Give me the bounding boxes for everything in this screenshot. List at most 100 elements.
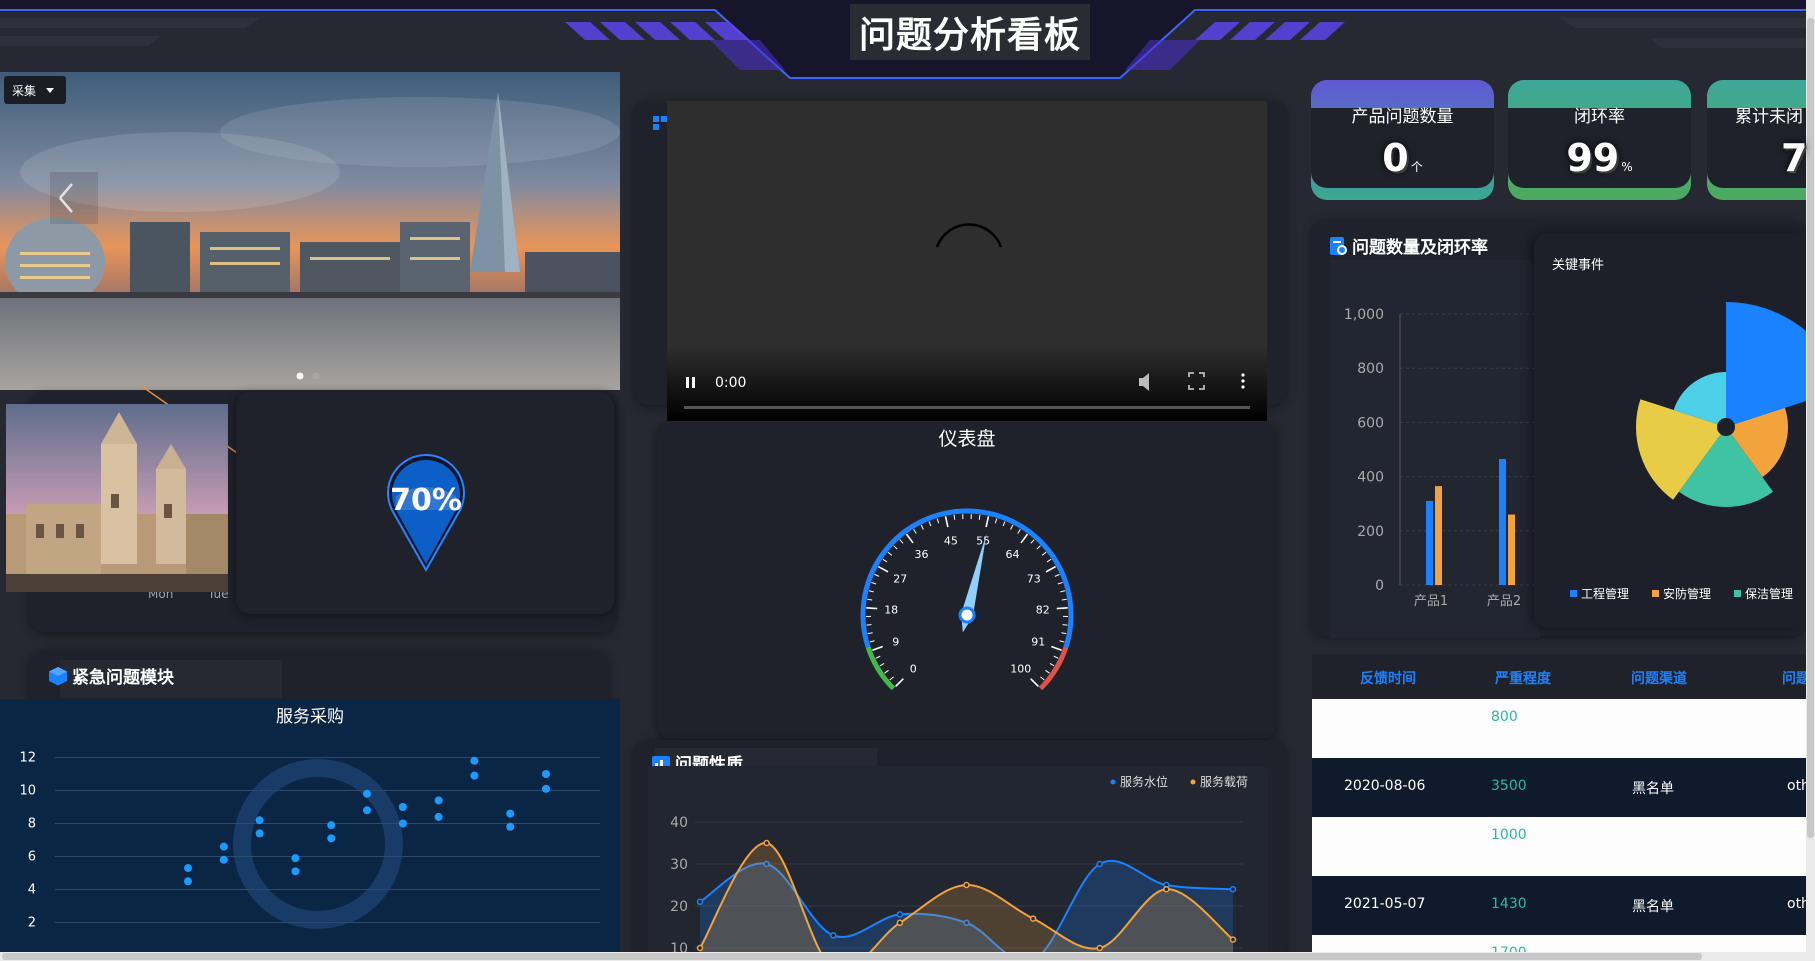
collect-dropdown[interactable]: 采集: [4, 76, 66, 104]
legend-label: 工程管理: [1581, 586, 1629, 601]
rose-title: 关键事件: [1552, 258, 1604, 273]
gauge-tick: [1046, 558, 1052, 563]
gauge-tick: [877, 565, 889, 573]
table-row[interactable]: 1000: [1312, 817, 1815, 876]
kpi-card-close-rate: 闭环率 99%: [1508, 80, 1691, 200]
video-controls: 0:00: [684, 223, 1250, 409]
data-point: [1096, 944, 1103, 952]
table-header: 反馈时间 严重程度 问题渠道 问题: [1312, 654, 1815, 699]
gauge-tick: [1051, 645, 1062, 652]
scatter-chart: 服务采购 2 4 6 8 10 12: [19, 707, 600, 931]
scatter-point: [470, 771, 479, 780]
data-point: [1029, 915, 1037, 922]
scatter-point: [542, 784, 550, 793]
scatter-point: [506, 809, 515, 818]
gauge-tick: [944, 516, 949, 528]
th-feedback-time[interactable]: 反馈时间: [1360, 668, 1416, 688]
bar: [1426, 500, 1433, 585]
gauge-tick: [871, 581, 877, 585]
line-chart: 10203040服务水位 服务载荷: [670, 774, 1248, 961]
rose-chart: 关键事件 工程管理 安防管理 保洁管理: [1552, 258, 1815, 601]
cell-severity: 3500: [1491, 778, 1527, 794]
video-progress-bar: [684, 406, 1250, 409]
gauge-tick: [936, 518, 940, 524]
page-title: 问题分析看板: [850, 4, 1090, 60]
y-tick: 600: [1357, 415, 1384, 431]
image-carousel[interactable]: [0, 72, 620, 390]
scatter-point: [398, 803, 407, 811]
y-tick: 2: [28, 916, 36, 931]
gauge-hub: [958, 606, 976, 624]
gauge-arc: [1038, 646, 1069, 691]
cell-date: 2020-08-06: [1344, 778, 1426, 794]
legend-label: 保洁管理: [1745, 586, 1793, 601]
gauge-tick: [905, 533, 914, 544]
y-tick: 800: [1357, 361, 1384, 377]
city-skyline-image: [0, 72, 620, 390]
scatter-point: [219, 855, 228, 864]
gauge-tick: [1054, 573, 1060, 577]
video-panel-icon: [653, 116, 667, 130]
y-tick: 0: [1375, 578, 1384, 594]
gauge-tick: [893, 545, 898, 550]
kpi-card-problems: 产品问题数量 0个: [1311, 80, 1494, 200]
y-tick: 1,000: [1344, 307, 1384, 323]
gauge-arc: [865, 646, 896, 691]
video-time: 0:00: [715, 375, 746, 391]
th-severity[interactable]: 严重程度: [1495, 668, 1551, 688]
gauge-tick: [928, 521, 932, 527]
gauge-tick: [1036, 545, 1041, 550]
scroll-thumb[interactable]: [2, 953, 1702, 960]
scatter-point: [434, 812, 443, 821]
gauge-tick: [895, 678, 904, 687]
cathedral-image: [6, 404, 228, 592]
scatter-point: [184, 864, 192, 873]
th-channel[interactable]: 问题渠道: [1631, 668, 1687, 688]
percent-value: 70%: [390, 483, 462, 518]
kpi-value: 7: [1781, 136, 1808, 180]
gauge-tick: [875, 655, 881, 659]
table-row[interactable]: 2021-05-07 1430 黑名单 oth: [1312, 876, 1815, 935]
bar: [1499, 458, 1506, 585]
gauge-label: 45: [944, 535, 958, 548]
kpi-value: 0个: [1382, 136, 1423, 180]
cell-severity: 1430: [1491, 896, 1527, 912]
horizontal-scrollbar[interactable]: [0, 952, 1806, 961]
gauge-title: 仪表盘: [938, 428, 995, 450]
video-player[interactable]: 0:00: [667, 101, 1267, 421]
gauge-tick: [1045, 565, 1057, 573]
gauge-tick: [978, 514, 981, 520]
gauge-label: 100: [1010, 663, 1031, 676]
scatter-point: [291, 867, 300, 876]
gauge-tick: [1056, 606, 1068, 610]
gauge-label: 36: [914, 548, 928, 561]
urgent-section-title: 紧急问题模块: [48, 663, 174, 688]
gauge-tick: [920, 524, 924, 530]
table-row[interactable]: 2020-08-06 3500 黑名单 oth: [1312, 758, 1815, 817]
gauge-label: 64: [1006, 548, 1020, 561]
gauge-tick: [1045, 669, 1050, 674]
count-rate-section-title: 问题数量及闭环率: [1328, 233, 1488, 258]
legend-dot: [1110, 779, 1116, 785]
scatter-point: [363, 789, 371, 798]
x-tick: 产品1: [1414, 594, 1448, 609]
gauge-tick: [1002, 521, 1006, 527]
gauge-tick: [1057, 581, 1063, 585]
document-chart-icon: [1330, 236, 1347, 255]
data-point: [1096, 860, 1103, 868]
gauge-tick: [953, 514, 956, 520]
data-point: [963, 881, 970, 889]
gauge-tick: [887, 551, 893, 556]
data-point: [1229, 936, 1237, 943]
gauge-label: 91: [1031, 636, 1045, 649]
gauge-label: 0: [910, 663, 917, 676]
legend-swatch: [1570, 590, 1577, 597]
gauge-tick: [913, 528, 917, 534]
legend-swatch: [1652, 590, 1659, 597]
kpi-label: 产品问题数量: [1351, 107, 1454, 127]
scatter-chart-panel: 服务采购 2 4 6 8 10 12: [0, 699, 620, 961]
caret-down-icon: [46, 87, 55, 93]
scatter-point: [291, 854, 300, 863]
bar-chart: 0 200 400 600 800 1,000 产品1 产品2: [1344, 307, 1535, 609]
table-row[interactable]: 800: [1312, 699, 1815, 758]
